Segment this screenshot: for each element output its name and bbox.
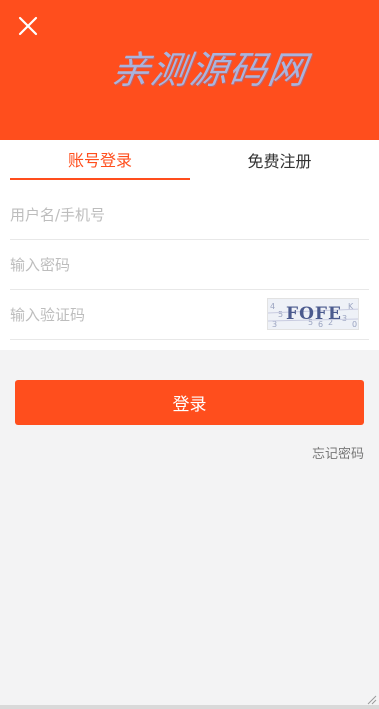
captcha-image-graphic: 453 562 K03 FOFE xyxy=(268,299,358,329)
captcha-field-row: 453 562 K03 FOFE xyxy=(10,290,369,340)
tab-account-login[interactable]: 账号登录 xyxy=(10,140,190,180)
tab-bar: 账号登录 免费注册 xyxy=(10,140,369,180)
login-button[interactable]: 登录 xyxy=(15,380,364,425)
captcha-input[interactable] xyxy=(10,290,250,339)
tab-free-register[interactable]: 免费注册 xyxy=(190,140,369,180)
svg-text:0: 0 xyxy=(352,320,357,329)
password-field-row xyxy=(10,240,369,290)
bottom-edge xyxy=(0,705,379,709)
forgot-password-link[interactable]: 忘记密码 xyxy=(312,443,364,462)
password-input[interactable] xyxy=(10,240,250,289)
captcha-image[interactable]: 453 562 K03 FOFE xyxy=(267,298,359,330)
svg-text:5: 5 xyxy=(278,310,283,319)
site-logo: 亲测源码网 xyxy=(108,47,311,92)
username-field-row xyxy=(10,190,369,240)
close-button[interactable] xyxy=(14,12,42,40)
login-form-panel: 账号登录 免费注册 453 562 K03 FOF xyxy=(0,140,379,350)
close-icon xyxy=(18,16,38,36)
resize-grip-icon[interactable] xyxy=(365,693,377,705)
login-page: 亲测源码网 账号登录 免费注册 453 562 K03 xyxy=(0,0,379,709)
svg-text:4: 4 xyxy=(270,302,275,311)
svg-text:3: 3 xyxy=(342,314,347,323)
header-banner: 亲测源码网 xyxy=(0,0,379,140)
username-input[interactable] xyxy=(10,190,250,239)
captcha-text: FOFE xyxy=(286,304,342,324)
